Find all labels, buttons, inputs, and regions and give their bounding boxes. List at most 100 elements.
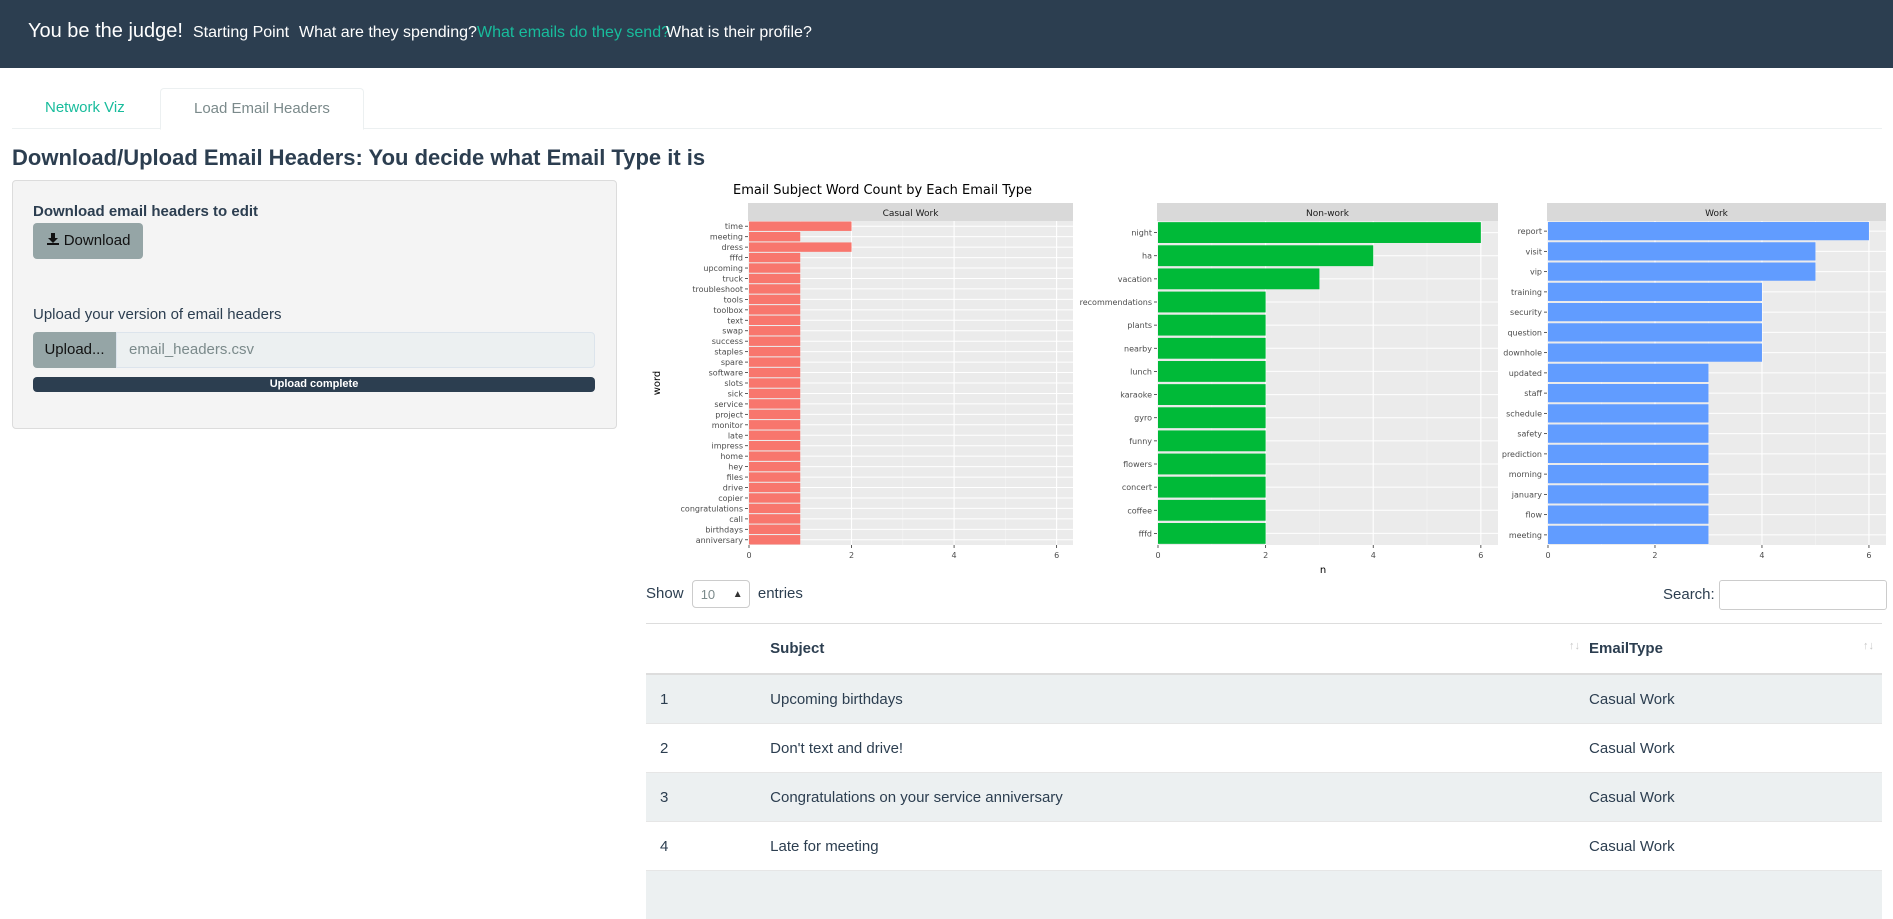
bar xyxy=(749,525,800,534)
y-tick-label: call xyxy=(729,515,743,524)
facet-label: Non-work xyxy=(1306,209,1350,219)
bar xyxy=(1158,454,1266,475)
y-tick-label: meeting xyxy=(710,233,743,242)
y-tick-label: question xyxy=(1507,328,1542,337)
bar xyxy=(1158,245,1373,266)
bar xyxy=(749,284,800,293)
y-tick-label: funny xyxy=(1129,437,1152,446)
y-tick-label: software xyxy=(709,369,743,378)
y-tick-label: time xyxy=(725,222,743,231)
y-tick-label: flowers xyxy=(1123,460,1152,469)
y-tick-label: lunch xyxy=(1130,367,1152,376)
y-tick-label: birthdays xyxy=(705,525,743,534)
y-tick-label: nearby xyxy=(1124,344,1152,353)
bar xyxy=(749,378,800,387)
y-axis-label: word xyxy=(652,371,663,396)
show-label: Show xyxy=(646,585,684,602)
row-index: 2 xyxy=(646,724,769,773)
y-tick-label: service xyxy=(714,400,743,409)
y-tick-label: dress xyxy=(722,243,743,252)
bar xyxy=(749,326,800,335)
nav-emails[interactable]: What emails do they send? xyxy=(477,24,670,42)
bar xyxy=(749,451,800,460)
bar xyxy=(1548,425,1708,443)
bar xyxy=(1548,526,1708,544)
bar xyxy=(749,295,800,304)
y-tick-label: troubleshoot xyxy=(692,285,743,294)
bar xyxy=(749,368,800,377)
sort-icon: ↑↓ xyxy=(1863,640,1874,652)
bar xyxy=(749,222,852,231)
y-tick-label: concert xyxy=(1122,483,1152,492)
bar xyxy=(749,316,800,325)
row-index: 4 xyxy=(646,822,769,871)
brand-title[interactable]: You be the judge! xyxy=(28,20,183,43)
y-tick-label: morning xyxy=(1509,470,1542,479)
row-index: 3 xyxy=(646,773,769,822)
nav-spending[interactable]: What are they spending? xyxy=(299,24,477,42)
tab-network-viz[interactable]: Network Viz xyxy=(12,88,158,128)
col-subject-label: Subject xyxy=(770,640,824,657)
y-tick-label: text xyxy=(727,316,743,325)
y-tick-label: slots xyxy=(724,379,743,388)
bar xyxy=(1158,384,1266,405)
bar xyxy=(749,242,852,251)
bar xyxy=(1548,263,1815,281)
bar xyxy=(749,253,800,262)
bar xyxy=(1158,477,1266,498)
bar xyxy=(1548,384,1708,402)
table-row[interactable]: 3 Congratulations on your service annive… xyxy=(646,773,1882,822)
nav-starting-point[interactable]: Starting Point xyxy=(193,24,289,42)
bar xyxy=(1548,222,1869,240)
nav-profile[interactable]: What is their profile? xyxy=(666,24,812,42)
x-tick-label: 4 xyxy=(1759,551,1764,560)
col-index[interactable] xyxy=(646,624,769,675)
y-tick-label: vacation xyxy=(1118,275,1152,284)
download-button[interactable]: Download xyxy=(33,223,143,259)
bar xyxy=(1548,445,1708,463)
x-tick-label: 6 xyxy=(1478,551,1483,560)
x-tick-label: 4 xyxy=(1371,551,1376,560)
bar xyxy=(1158,361,1266,382)
table-row[interactable]: 2 Don't text and drive! Casual Work xyxy=(646,724,1882,773)
bar xyxy=(749,274,800,283)
tab-load-email-headers[interactable]: Load Email Headers xyxy=(160,88,364,130)
file-name-field[interactable]: email_headers.csv xyxy=(116,332,595,368)
table-row[interactable] xyxy=(646,871,1882,919)
y-tick-label: files xyxy=(727,473,743,482)
y-tick-label: staff xyxy=(1524,389,1542,398)
table-row[interactable]: 1 Upcoming birthdays Casual Work xyxy=(646,674,1882,724)
bar xyxy=(1158,500,1266,521)
bar xyxy=(749,336,800,345)
bar xyxy=(1548,242,1815,260)
row-emailtype: Casual Work xyxy=(1588,822,1882,871)
y-tick-label: sick xyxy=(728,389,744,398)
y-tick-label: impress xyxy=(712,442,743,451)
y-tick-label: tools xyxy=(724,295,743,304)
bar xyxy=(1548,404,1708,422)
x-tick-label: 2 xyxy=(1652,551,1657,560)
y-tick-label: security xyxy=(1510,308,1542,317)
search-label: Search: xyxy=(1663,586,1715,603)
y-tick-label: swap xyxy=(722,327,743,336)
chart-title: Email Subject Word Count by Each Email T… xyxy=(733,183,1032,198)
col-emailtype-label: EmailType xyxy=(1589,640,1663,657)
y-tick-label: recommendations xyxy=(1080,298,1152,307)
y-tick-label: project xyxy=(715,410,743,419)
search-input[interactable] xyxy=(1719,580,1887,610)
x-tick-label: 4 xyxy=(952,551,957,560)
upload-button[interactable]: Upload... xyxy=(33,332,116,368)
x-tick-label: 0 xyxy=(1545,551,1550,560)
col-subject[interactable]: Subject↑↓ xyxy=(769,624,1588,675)
bar xyxy=(1158,407,1266,428)
bar xyxy=(749,357,800,366)
bar xyxy=(749,483,800,492)
col-emailtype[interactable]: EmailType ↑↓ xyxy=(1588,624,1882,675)
bar xyxy=(1158,292,1266,313)
row-index: 1 xyxy=(646,674,769,724)
table-row[interactable]: 4 Late for meeting Casual Work xyxy=(646,822,1882,871)
y-tick-label: ha xyxy=(1142,252,1152,261)
entries-select[interactable]: 10▲ xyxy=(692,580,750,608)
y-tick-label: truck xyxy=(722,274,743,283)
x-tick-label: 2 xyxy=(1263,551,1268,560)
